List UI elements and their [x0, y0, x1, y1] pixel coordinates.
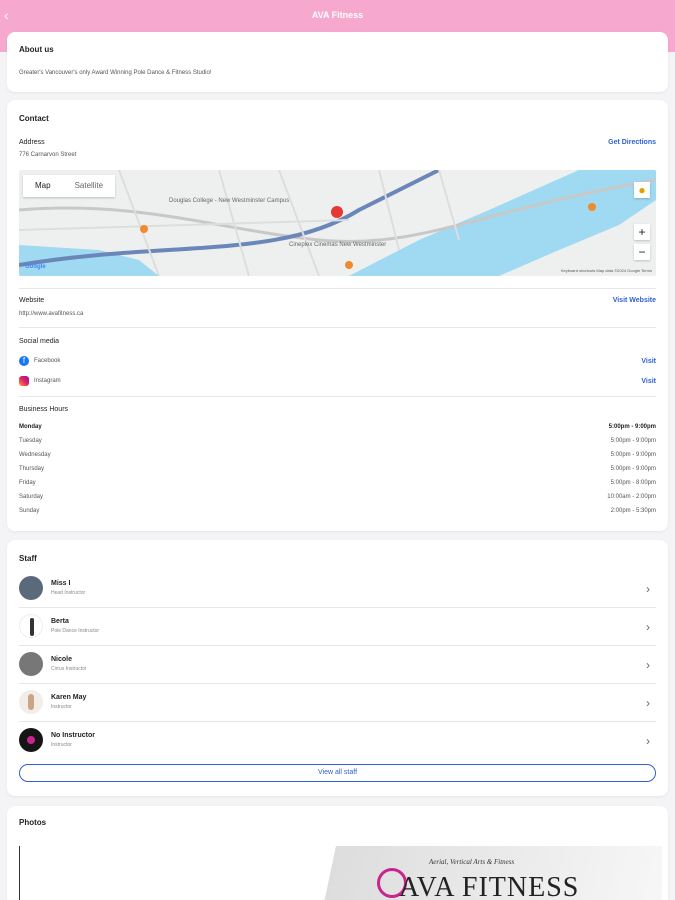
hours-row: Friday 5:00pm - 8:00pm	[19, 480, 656, 486]
staff-name: Miss I	[51, 580, 71, 587]
hours-row: Tuesday 5:00pm - 9:00pm	[19, 438, 656, 444]
contact-heading: Contact	[19, 114, 49, 123]
divider	[19, 327, 656, 328]
website-value: http://www.avafitness.ca	[19, 311, 84, 317]
staff-name: No Instructor	[51, 732, 95, 739]
visit-facebook-link[interactable]: Visit	[641, 358, 656, 365]
hours-row: Monday 5:00pm - 9:00pm	[19, 424, 656, 430]
photos-card: Photos Aerial, Vertical Arts & Fitness A…	[7, 806, 668, 900]
staff-row[interactable]: No Instructor Instructor ›	[19, 722, 656, 760]
tab-map[interactable]: Map	[23, 175, 63, 197]
chevron-right-icon: ›	[646, 734, 650, 748]
tab-satellite[interactable]: Satellite	[63, 175, 115, 197]
hours-row: Thursday 5:00pm - 9:00pm	[19, 466, 656, 472]
staff-row[interactable]: Miss I Head Instructor ›	[19, 570, 656, 608]
get-directions-link[interactable]: Get Directions	[608, 139, 656, 146]
photo-gallery[interactable]: Aerial, Vertical Arts & Fitness AVA FITN…	[19, 846, 662, 900]
street-view-icon[interactable]: ●	[634, 182, 650, 198]
avatar	[19, 728, 43, 752]
website-label: Website	[19, 297, 45, 304]
photos-heading: Photos	[19, 818, 47, 827]
map-type-toggle[interactable]: Map Satellite	[23, 175, 116, 197]
photo-frame-edge	[19, 846, 20, 900]
zoom-in-icon[interactable]: +	[634, 224, 650, 240]
divider	[19, 396, 656, 397]
staff-row[interactable]: Berta Pole Dance Instructor ›	[19, 608, 656, 646]
staff-role: Instructor	[51, 742, 72, 748]
divider	[19, 288, 656, 289]
address-value: 776 Carnarvon Street	[19, 152, 77, 158]
staff-role: Instructor	[51, 704, 72, 710]
instagram-label: Instagram	[34, 378, 61, 384]
view-all-staff-button[interactable]: View all staff	[19, 764, 656, 782]
hours-label: Business Hours	[19, 406, 69, 413]
map-attribution[interactable]: Keyboard shortcuts Map data ©2024 Google…	[561, 268, 652, 273]
zoom-out-icon[interactable]: −	[634, 244, 650, 260]
address-label: Address	[19, 139, 45, 146]
about-card: About us Greater's Vancouver's only Awar…	[7, 32, 668, 92]
chevron-right-icon: ›	[646, 582, 650, 596]
staff-row[interactable]: Karen May Instructor ›	[19, 684, 656, 722]
visit-website-link[interactable]: Visit Website	[613, 297, 656, 304]
staff-role: Head Instructor	[51, 590, 86, 596]
avatar	[19, 690, 43, 714]
staff-role: Cirrus Instructor	[51, 666, 87, 672]
about-heading: About us	[19, 45, 54, 54]
facebook-label: Facebook	[34, 358, 61, 364]
hours-row: Sunday 2:00pm - 5:30pm	[19, 508, 656, 514]
staff-name: Nicole	[51, 656, 73, 663]
hours-row: Saturday 10:00am - 2:00pm	[19, 494, 656, 500]
visit-instagram-link[interactable]: Visit	[641, 378, 656, 385]
logo-text: AVA FITNESS	[399, 872, 580, 900]
avatar	[19, 614, 43, 638]
staff-card: Staff Miss I Head Instructor › Berta Pol…	[7, 540, 668, 796]
map-view[interactable]: Map Satellite ● + − Douglas College - Ne…	[19, 170, 656, 276]
staff-row[interactable]: Nicole Cirrus Instructor ›	[19, 646, 656, 684]
social-label: Social media	[19, 338, 60, 345]
logo-subtitle: Aerial, Vertical Arts & Fitness	[429, 858, 515, 866]
about-text: Greater's Vancouver's only Award Winning…	[19, 70, 212, 76]
facebook-icon: f	[19, 356, 29, 366]
staff-role: Pole Dance Instructor	[51, 628, 100, 634]
avatar	[19, 652, 43, 676]
chevron-right-icon: ›	[646, 658, 650, 672]
avatar	[19, 576, 43, 600]
map-label-college: Douglas College - New Westminster Campus	[169, 198, 290, 204]
page-title: AVA Fitness	[311, 10, 364, 20]
hours-row: Wednesday 5:00pm - 9:00pm	[19, 452, 656, 458]
chevron-right-icon: ›	[646, 696, 650, 710]
contact-card: Contact Address 776 Carnarvon Street Get…	[7, 100, 668, 531]
chevron-right-icon: ›	[646, 620, 650, 634]
staff-name: Berta	[51, 618, 69, 625]
google-logo: Google	[25, 264, 46, 270]
staff-heading: Staff	[19, 554, 37, 563]
map-label-cineplex: Cineplex Cinemas New Westminster	[289, 242, 387, 248]
instagram-icon	[19, 376, 29, 386]
staff-name: Karen May	[51, 694, 87, 701]
